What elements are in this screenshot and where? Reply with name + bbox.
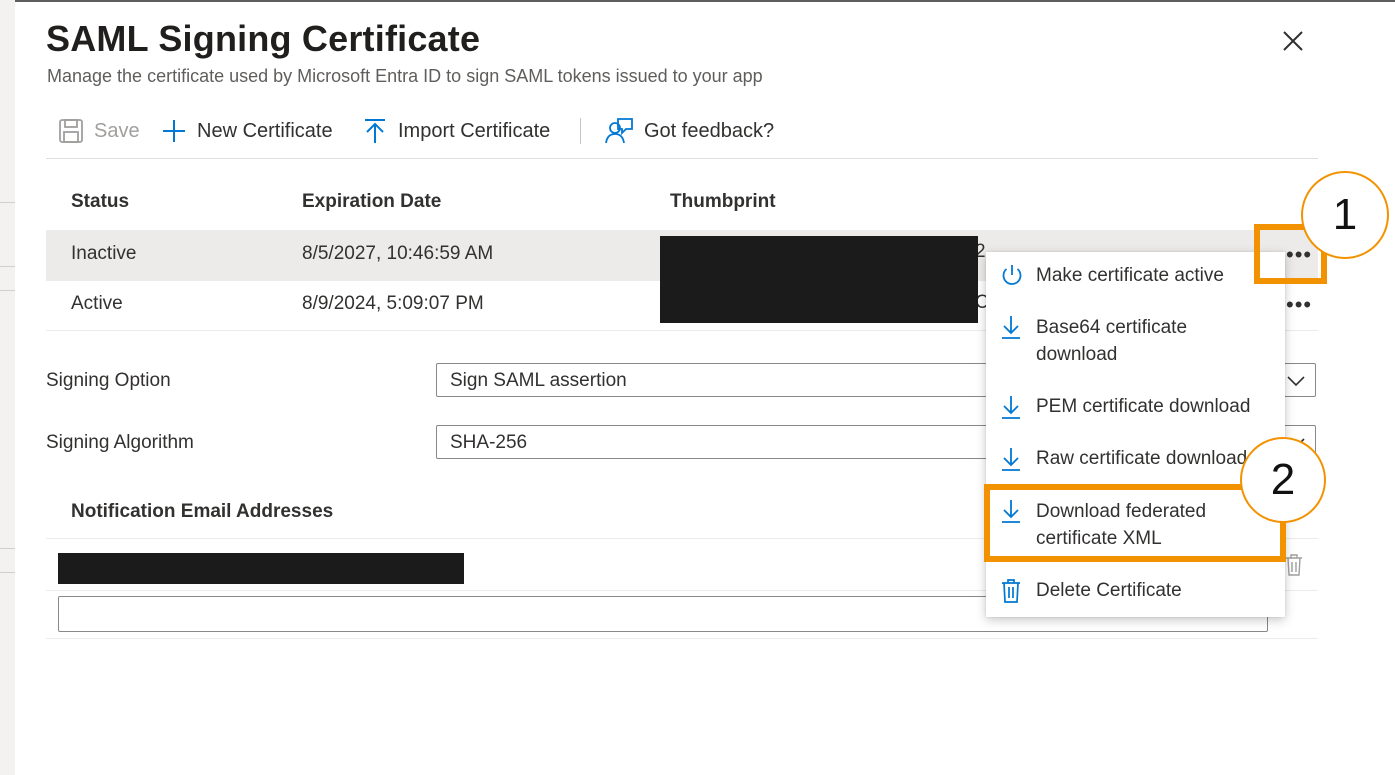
signing-algorithm-value: SHA-256 [450,432,528,453]
column-header-status: Status [71,191,130,212]
import-certificate-button[interactable]: Import Certificate [362,108,550,154]
signing-algorithm-label: Signing Algorithm [46,432,194,453]
close-icon [1283,31,1303,51]
redacted-email [58,553,464,584]
expiration-cell: 8/5/2027, 10:46:59 AM [302,243,494,264]
column-header-thumbprint: Thumbprint [670,191,776,212]
new-certificate-label: New Certificate [197,119,333,142]
trash-icon[interactable] [1284,553,1304,577]
highlight-federated-xml [984,484,1286,562]
certificates-table-header: Status Expiration Date Thumbprint [46,178,1318,228]
status-cell: Inactive [71,243,137,264]
callout-step-1: 1 [1301,171,1389,259]
chevron-down-icon [1287,376,1305,387]
close-button[interactable] [1278,26,1308,56]
status-cell: Active [71,293,123,314]
signing-option-label: Signing Option [46,370,171,391]
menu-item-label: Make certificate active [1036,265,1224,286]
column-header-expiration: Expiration Date [302,191,442,212]
menu-item-pem-download[interactable]: PEM certificate download [986,382,1285,432]
menu-item-make-active[interactable]: Make certificate active [986,252,1285,300]
feedback-button[interactable]: Got feedback? [604,108,774,154]
redacted-thumbprint [660,236,978,323]
menu-item-label: Raw certificate download [1036,448,1248,469]
expiration-cell: 8/9/2024, 5:09:07 PM [302,293,484,314]
page-subtitle: Manage the certificate used by Microsoft… [47,66,763,86]
power-icon [1002,265,1022,285]
certificate-context-menu: Make certificate active Base64 certifica… [986,252,1285,617]
import-certificate-label: Import Certificate [398,119,551,142]
download-icon [1002,396,1020,419]
new-certificate-button[interactable]: New Certificate [161,108,333,154]
trash-icon [1002,579,1020,603]
toolbar-divider [580,118,581,144]
save-label: Save [94,119,140,142]
save-icon [59,119,83,143]
feedback-label: Got feedback? [644,119,775,142]
signing-option-value: Sign SAML assertion [450,370,627,391]
menu-item-label: Delete Certificate [1036,580,1182,601]
upload-icon [365,119,385,143]
callout-step-2: 2 [1240,437,1326,523]
page-title: SAML Signing Certificate [46,18,481,59]
menu-item-delete-certificate[interactable]: Delete Certificate [986,566,1285,616]
menu-item-label: Base64 certificate download [1036,317,1188,365]
save-button[interactable]: Save [58,108,140,154]
command-bar: Save New Certificate Import Certificate … [46,108,1318,159]
notification-emails-label: Notification Email Addresses [71,501,334,522]
background-blade [0,0,15,775]
download-icon [1002,316,1020,339]
feedback-icon [605,118,633,144]
more-options-button[interactable]: ••• [1286,292,1312,318]
menu-item-label: PEM certificate download [1036,396,1251,417]
menu-item-base64-download[interactable]: Base64 certificate download [986,302,1285,378]
download-icon [1002,448,1020,471]
divider [46,638,1318,639]
plus-icon [163,120,185,142]
